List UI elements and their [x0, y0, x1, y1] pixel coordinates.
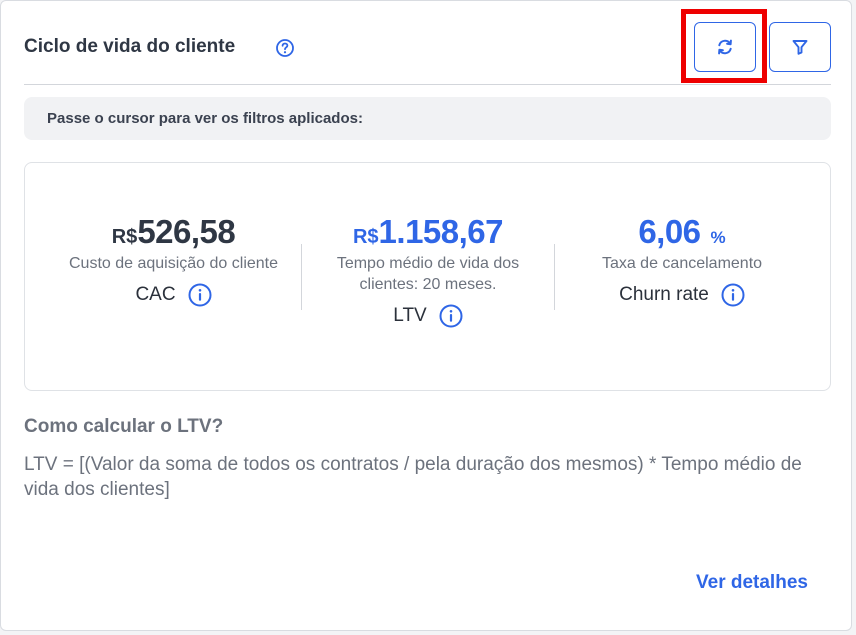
info-circle-icon[interactable] — [721, 283, 745, 307]
metric-value: 526,58 — [137, 213, 236, 250]
info-circle-icon[interactable] — [188, 283, 212, 307]
metric-ltv: R$ 1.158,67 Tempo médio de vida dos clie… — [310, 213, 546, 328]
view-details-link[interactable]: Ver detalhes — [696, 572, 808, 594]
applied-filters-bar[interactable]: Passe o cursor para ver os filtros aplic… — [24, 97, 831, 140]
metric-cac: R$ 526,58 Custo de aquisição do cliente … — [55, 213, 292, 307]
metric-currency: R$ — [352, 226, 379, 248]
filter-icon — [792, 40, 808, 55]
metrics-panel: R$ 526,58 Custo de aquisição do cliente … — [24, 162, 831, 391]
refresh-button[interactable] — [694, 22, 756, 72]
metric-label: Churn rate — [619, 284, 709, 305]
metric-value: 6,06 — [638, 213, 701, 250]
ltv-explanation-text: LTV = [(Valor da soma de todos os contra… — [24, 454, 802, 500]
metric-label: LTV — [393, 305, 427, 326]
metric-description: Tempo médio de vida dos clientes: 20 mes… — [336, 255, 520, 293]
metric-currency: R$ — [111, 226, 138, 248]
refresh-icon — [718, 39, 732, 55]
metric-divider — [554, 244, 555, 310]
metric-description: Taxa de cancelamento — [601, 255, 763, 272]
metric-description: Custo de aquisição do cliente — [68, 255, 279, 272]
metric-value: 1.158,67 — [378, 213, 504, 250]
metric-divider — [301, 244, 302, 310]
lifecycle-card: Ciclo de vida do cliente Passe o cursor … — [0, 0, 852, 631]
metric-unit: % — [710, 228, 726, 247]
metric-label: CAC — [135, 284, 176, 305]
applied-filters-hint: Passe o cursor para ver os filtros aplic… — [47, 110, 363, 127]
ltv-explanation-title: Como calcular o LTV? — [24, 416, 224, 437]
info-circle-icon[interactable] — [439, 304, 463, 328]
filter-button[interactable] — [769, 22, 831, 72]
question-circle-icon[interactable] — [275, 38, 295, 58]
card-title: Ciclo de vida do cliente — [24, 36, 236, 57]
header-divider — [24, 84, 831, 85]
metric-churn: 6,06 % Taxa de cancelamento Churn rate — [565, 213, 799, 307]
